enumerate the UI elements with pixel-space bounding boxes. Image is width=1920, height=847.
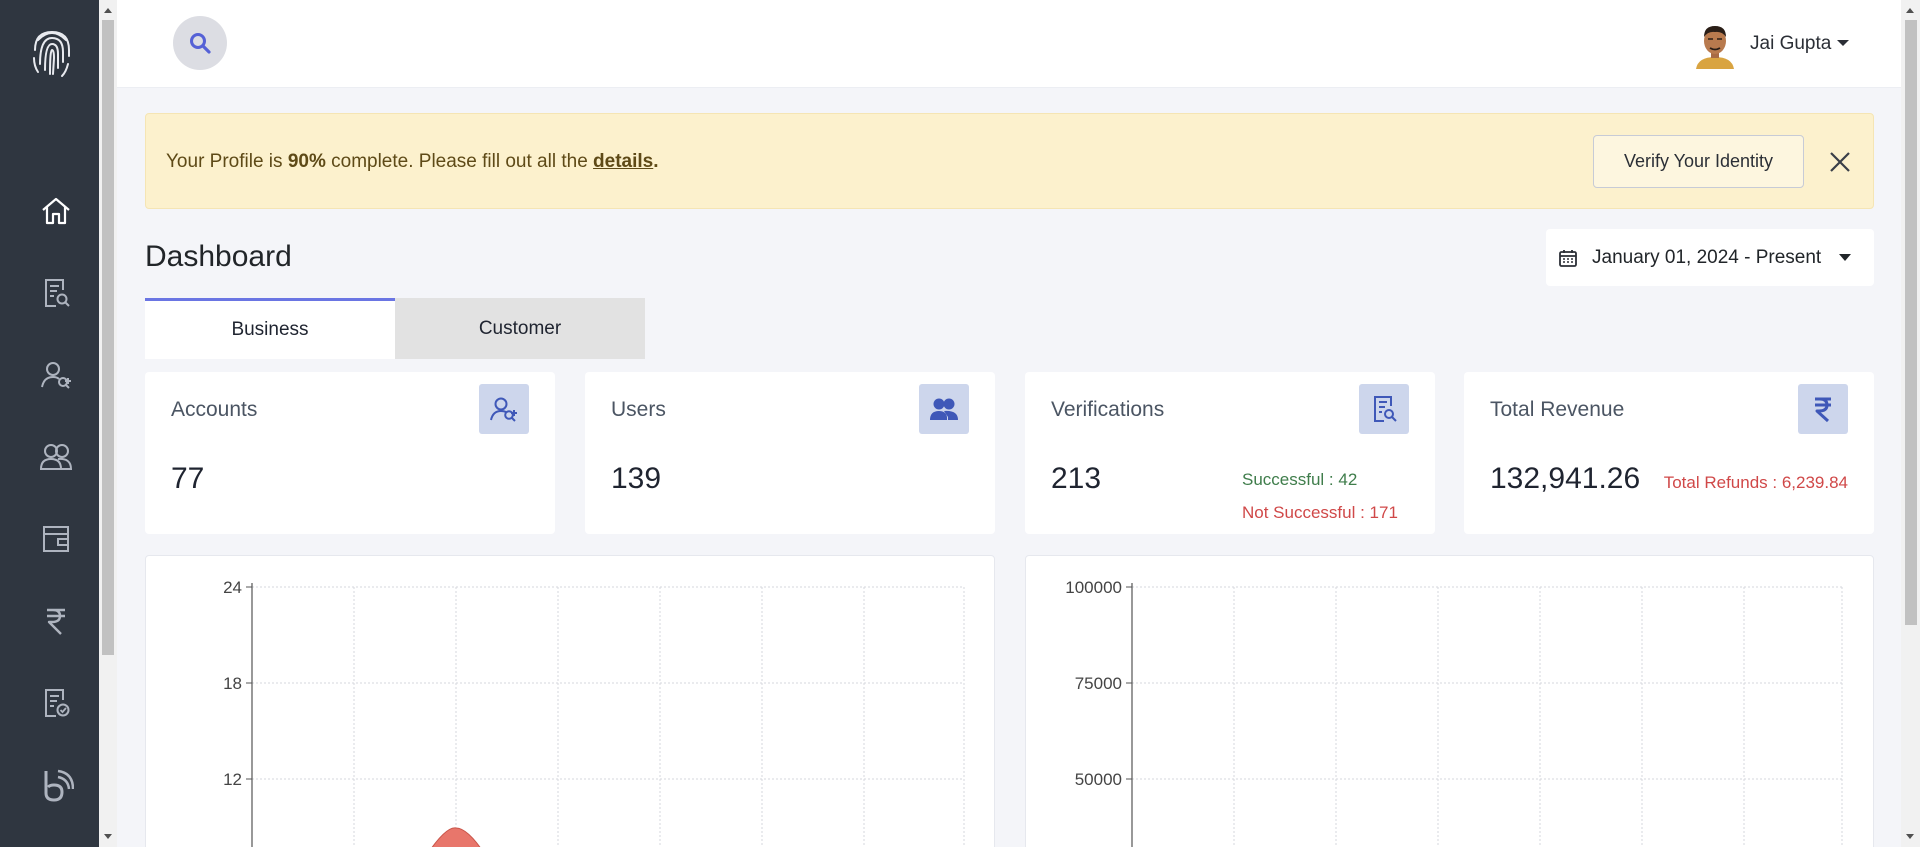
fingerprint-logo-icon[interactable]	[30, 24, 74, 80]
scroll-up-arrow-icon[interactable]	[104, 8, 112, 13]
revenue-card: Total Revenue 132,941.26 Total Refunds :…	[1464, 372, 1874, 534]
date-range-label: January 01, 2024 - Present	[1592, 246, 1822, 268]
scrollbar-thumb[interactable]	[1905, 20, 1917, 625]
scroll-down-arrow-icon[interactable]	[104, 834, 112, 839]
page-scrollbar[interactable]	[1901, 0, 1920, 847]
document-search-icon	[1359, 384, 1409, 434]
chevron-down-icon	[1839, 254, 1852, 261]
users-card: Users 139	[585, 372, 995, 534]
rupee-icon	[47, 608, 65, 635]
sidebar-item-reports[interactable]	[32, 679, 80, 727]
sidebar-item-wallet[interactable]	[32, 515, 80, 563]
y-tick-label: 18	[223, 674, 242, 693]
sidebar-item-brand[interactable]	[32, 761, 80, 809]
details-link[interactable]: details	[593, 151, 653, 172]
wallet-icon	[43, 526, 69, 552]
users-icon	[39, 444, 73, 470]
not-successful-count: Not Successful : 171	[1242, 503, 1398, 522]
verify-identity-button[interactable]: Verify Your Identity	[1593, 135, 1804, 188]
y-tick-label: 12	[223, 770, 242, 789]
profile-alert: Your Profile is 90% complete. Please fil…	[145, 113, 1874, 209]
revenue-chart: 100000 75000 50000	[1065, 578, 1843, 847]
sidebar	[0, 0, 99, 847]
alert-message: Your Profile is 90% complete. Please fil…	[166, 151, 659, 173]
search-icon	[190, 33, 211, 54]
y-tick-label: 50000	[1075, 770, 1122, 789]
tab-customer[interactable]: Customer	[395, 298, 645, 359]
card-title: Users	[611, 398, 666, 421]
alert-suffix: .	[653, 151, 659, 172]
verifications-value: 213	[1051, 462, 1102, 495]
y-tick-label: 75000	[1075, 674, 1122, 693]
sidebar-item-verifications[interactable]	[32, 269, 80, 317]
sidebar-item-accounts[interactable]	[32, 351, 80, 399]
document-search-icon	[45, 279, 70, 307]
y-tick-label: 100000	[1065, 578, 1122, 597]
date-range-picker[interactable]: January 01, 2024 - Present	[1546, 229, 1874, 286]
close-icon[interactable]	[1827, 149, 1853, 175]
card-title: Total Revenue	[1490, 398, 1625, 421]
accounts-value: 77	[171, 462, 205, 495]
topbar: Jai Gupta	[117, 0, 1901, 88]
series-area	[431, 827, 481, 847]
brand-b-icon	[44, 769, 74, 802]
user-name: Jai Gupta	[1750, 33, 1832, 54]
avatar[interactable]	[1692, 21, 1738, 69]
home-icon	[42, 197, 70, 225]
scrollbar-thumb[interactable]	[102, 20, 114, 655]
users-icon	[919, 384, 969, 434]
profile-percent: 90%	[287, 151, 326, 172]
business-chart: 24 18 12	[223, 578, 965, 847]
user-add-icon	[41, 362, 71, 389]
sidebar-item-users[interactable]	[32, 433, 80, 481]
users-value: 139	[611, 462, 662, 495]
sidebar-scrollbar[interactable]	[99, 0, 117, 847]
scroll-down-arrow-icon[interactable]	[1906, 834, 1914, 839]
accounts-card: Accounts 77	[145, 372, 555, 534]
user-menu[interactable]: Jai Gupta	[1750, 33, 1850, 55]
alert-prefix: Your Profile is	[166, 151, 288, 172]
y-tick-label: 24	[223, 578, 242, 597]
total-refunds: Total Refunds : 6,239.84	[1663, 473, 1848, 492]
card-title: Verifications	[1051, 398, 1165, 421]
successful-count: Successful : 42	[1242, 470, 1358, 489]
card-title: Accounts	[171, 398, 258, 421]
calendar-icon	[1559, 249, 1577, 267]
business-chart-panel: 24 18 12	[145, 555, 995, 847]
rupee-icon	[1798, 384, 1848, 434]
sidebar-item-home[interactable]	[32, 187, 80, 235]
revenue-chart-panel: 100000 75000 50000	[1025, 555, 1874, 847]
revenue-value: 132,941.26	[1490, 462, 1641, 495]
alert-middle: complete. Please fill out all the	[325, 151, 594, 172]
search-button[interactable]	[173, 16, 227, 70]
chevron-down-icon	[1837, 40, 1850, 46]
scroll-up-arrow-icon[interactable]	[1906, 8, 1914, 13]
page-title: Dashboard	[145, 240, 292, 273]
user-add-icon	[479, 384, 529, 434]
document-check-icon	[45, 689, 70, 717]
verifications-card: Verifications 213 Successful : 42 Not Su…	[1025, 372, 1435, 534]
tab-business[interactable]: Business	[145, 298, 395, 359]
sidebar-item-revenue[interactable]	[32, 597, 80, 645]
